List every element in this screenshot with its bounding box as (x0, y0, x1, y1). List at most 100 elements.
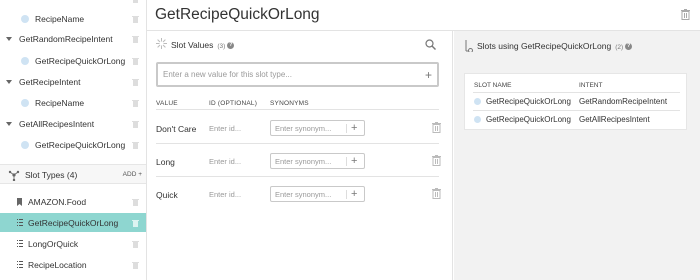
trash-icon[interactable] (132, 35, 139, 43)
trash-icon[interactable] (132, 15, 139, 23)
sidebar-item-label: GetRecipeIntent (19, 77, 81, 87)
column-header-intent: INTENT (579, 82, 603, 89)
list-icon (17, 261, 23, 268)
slot-dot-icon (21, 15, 29, 23)
sidebar-cut-row (0, 0, 146, 9)
add-synonym-icon[interactable]: + (351, 155, 357, 167)
id-input[interactable] (209, 154, 261, 168)
sidebar-intent-getrandomrecipe[interactable]: GetRandomRecipeIntent (0, 29, 146, 49)
synonym-separator (346, 124, 347, 133)
caret-down-icon[interactable] (6, 37, 12, 41)
delete-value-icon[interactable] (432, 188, 441, 201)
sidebar-slot-recipename[interactable]: RecipeName (0, 9, 146, 29)
column-header-slot-name: SLOT NAME (474, 82, 512, 89)
id-input[interactable] (209, 187, 261, 201)
help-icon[interactable]: ? (625, 43, 633, 51)
slot-dot-icon (474, 98, 481, 105)
column-header-value: VALUE (156, 100, 178, 107)
column-header-id: ID (OPTIONAL) (209, 100, 258, 107)
table-row[interactable]: GetRecipeQuickOrLong GetRandomRecipeInte… (465, 93, 688, 111)
slot-values-title-text: Slot Values (171, 40, 214, 50)
slot-values-title: Slot Values (3)? (171, 40, 235, 50)
sidebar-item-label: AMAZON.Food (28, 197, 87, 207)
slots-using-count: (2) (615, 44, 624, 51)
sidebar-intent-getrecipe[interactable]: GetRecipeIntent (0, 72, 146, 92)
slot-dot-icon (474, 116, 481, 123)
slots-using-table: SLOT NAME INTENT GetRecipeQuickOrLong Ge… (464, 73, 687, 130)
slots-using-panel: Slots using GetRecipeQuickOrLong (2)? SLO… (454, 31, 700, 280)
add-synonym-icon[interactable]: + (351, 188, 357, 200)
trash-icon[interactable] (132, 120, 139, 128)
new-value-input[interactable] (163, 70, 413, 79)
main-content: GetRecipeQuickOrLong Slot Values(3)? + V… (147, 0, 700, 280)
list-icon (17, 219, 23, 226)
trash-icon[interactable] (132, 78, 139, 86)
sidebar-slot-recipename-2[interactable]: RecipeName (0, 93, 146, 113)
trash-icon[interactable] (132, 99, 139, 107)
search-icon[interactable] (425, 39, 436, 52)
slot-value-text: Quick (156, 190, 178, 200)
sidebar-item-label: RecipeLocation (28, 260, 87, 270)
slots-using-title-text: Slots using GetRecipeQuickOrLong (477, 41, 612, 51)
slot-usage-icon (464, 40, 473, 54)
sidebar-item-label: GetRecipeQuickOrLong (35, 140, 126, 150)
intent-cell[interactable]: GetRandomRecipeIntent (579, 97, 667, 106)
sidebar-item-label: GetRandomRecipeIntent (19, 34, 113, 44)
delete-slot-type-icon[interactable] (681, 9, 690, 22)
sidebar-slot-getrecipequickorlong[interactable]: GetRecipeQuickOrLong (0, 51, 146, 71)
synonym-field[interactable]: + (270, 186, 365, 202)
synonym-field[interactable]: + (270, 120, 365, 136)
sidebar: RecipeName GetRandomRecipeIntent GetReci… (0, 0, 147, 280)
sidebar-slot-getrecipequickorlong-2[interactable]: GetRecipeQuickOrLong (0, 135, 146, 155)
delete-value-icon[interactable] (432, 155, 441, 168)
column-header-divider (156, 109, 439, 110)
slot-value-text: Don't Care (156, 124, 197, 134)
trash-icon[interactable] (132, 141, 139, 149)
slot-value-row: Don't Care + (147, 111, 453, 144)
synonym-input[interactable] (275, 156, 347, 166)
sidebar-item-label: GetAllRecipesIntent (19, 119, 95, 129)
caret-down-icon[interactable] (6, 122, 12, 126)
sidebar-slottype-recipelocation[interactable]: RecipeLocation (0, 255, 146, 275)
synonym-separator (346, 157, 347, 166)
sidebar-item-label: GetRecipeQuickOrLong (35, 56, 126, 66)
sidebar-slottype-getrecipequickorlong[interactable]: GetRecipeQuickOrLong (0, 213, 146, 232)
add-value-icon[interactable]: + (425, 69, 432, 81)
sidebar-slottype-amazon-food[interactable]: AMAZON.Food (0, 192, 146, 212)
sidebar-item-label: RecipeName (35, 98, 85, 108)
slot-types-header: Slot Types (4) ADD + (0, 164, 146, 184)
synonym-input[interactable] (275, 123, 347, 133)
synonym-input[interactable] (275, 189, 347, 199)
slot-dot-icon (21, 141, 29, 149)
trash-icon[interactable] (132, 240, 139, 248)
slot-name-cell[interactable]: GetRecipeQuickOrLong (486, 97, 571, 106)
add-synonym-icon[interactable]: + (351, 122, 357, 134)
slots-using-title: Slots using GetRecipeQuickOrLong (2)? (477, 41, 633, 51)
delete-value-icon[interactable] (432, 122, 441, 135)
trash-icon[interactable] (132, 261, 139, 269)
trash-icon[interactable] (132, 219, 139, 227)
synonym-field[interactable]: + (270, 153, 365, 169)
slot-value-text: Long (156, 157, 175, 167)
intent-cell[interactable]: GetAllRecipesIntent (579, 115, 650, 124)
slot-dot-icon (21, 57, 29, 65)
column-header-synonyms: SYNONYMS (270, 100, 309, 107)
sidebar-slottype-longorquick[interactable]: LongOrQuick (0, 234, 146, 254)
slot-value-row: Quick + (147, 177, 453, 210)
synonym-separator (346, 190, 347, 199)
slot-values-icon (156, 38, 167, 51)
add-slot-type-button[interactable]: ADD + (123, 171, 142, 178)
trash-icon[interactable] (132, 0, 139, 3)
page-title: GetRecipeQuickOrLong (155, 6, 320, 23)
sidebar-intent-getallrecipes[interactable]: GetAllRecipesIntent (0, 114, 146, 134)
caret-down-icon[interactable] (6, 80, 12, 84)
trash-icon[interactable] (132, 57, 139, 65)
slot-types-title: Slot Types (4) (25, 170, 78, 180)
new-value-field[interactable]: + (156, 62, 439, 87)
slot-name-cell[interactable]: GetRecipeQuickOrLong (486, 115, 571, 124)
table-row[interactable]: GetRecipeQuickOrLong GetAllRecipesIntent (465, 111, 688, 129)
bookmark-icon (17, 198, 22, 208)
trash-icon[interactable] (132, 198, 139, 206)
id-input[interactable] (209, 121, 261, 135)
help-icon[interactable]: ? (227, 42, 235, 50)
